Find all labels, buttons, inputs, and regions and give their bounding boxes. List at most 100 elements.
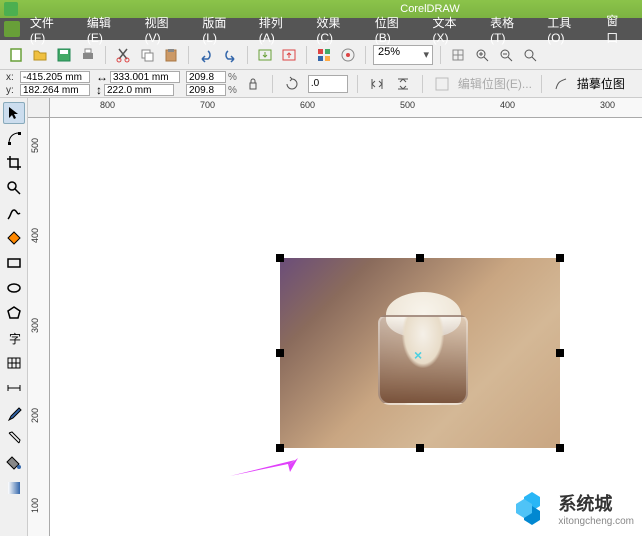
height-icon: ↕ — [96, 83, 102, 97]
resize-handle-tm[interactable] — [416, 254, 424, 262]
resize-handle-bm[interactable] — [416, 444, 424, 452]
separator — [272, 75, 273, 93]
watermark-title: 系统城 — [558, 490, 634, 516]
trace-bitmap-icon[interactable] — [551, 74, 571, 94]
menu-window[interactable]: 窗口 — [598, 10, 638, 48]
ruler-tick: 200 — [30, 408, 40, 423]
ruler-tick: 400 — [500, 100, 515, 110]
app-launcher-button[interactable] — [314, 45, 334, 65]
height-input[interactable] — [104, 84, 174, 96]
property-bar: x: y: ↔ ↕ % % 编辑位图(E)... — [0, 70, 642, 98]
y-label: y: — [6, 85, 18, 96]
drawing-canvas[interactable]: × — [50, 118, 642, 536]
horizontal-ruler[interactable]: 800 700 600 500 400 300 — [50, 98, 642, 118]
freehand-tool[interactable] — [3, 202, 25, 224]
menu-view[interactable]: 视图(V) — [137, 12, 193, 47]
zoom-tool[interactable] — [3, 177, 25, 199]
menu-layout[interactable]: 版面(L) — [194, 12, 248, 47]
crop-tool[interactable] — [3, 152, 25, 174]
table-tool[interactable] — [3, 352, 25, 374]
smart-fill-tool[interactable] — [3, 227, 25, 249]
corel-menu-icon[interactable] — [4, 21, 20, 37]
zoom-level-select[interactable]: 25% — [373, 45, 433, 65]
resize-handle-bl[interactable] — [276, 444, 284, 452]
snap-button[interactable] — [448, 45, 468, 65]
rotate-icon — [282, 74, 302, 94]
menu-file[interactable]: 文件(F) — [22, 12, 77, 47]
redo-button[interactable] — [220, 45, 240, 65]
angle-input[interactable] — [308, 75, 348, 93]
cut-button[interactable] — [113, 45, 133, 65]
ruler-tick: 100 — [30, 498, 40, 513]
dimension-tool[interactable] — [3, 377, 25, 399]
rectangle-tool[interactable] — [3, 252, 25, 274]
separator — [357, 75, 358, 93]
separator — [188, 46, 189, 64]
undo-button[interactable] — [196, 45, 216, 65]
menu-effects[interactable]: 效果(C) — [308, 12, 364, 47]
trace-bitmap-label[interactable]: 描摹位图 — [577, 75, 625, 92]
toolbox: 字 — [0, 98, 28, 536]
canvas-viewport: 800 700 600 500 400 300 500 400 300 200 … — [28, 98, 642, 536]
import-button[interactable] — [255, 45, 275, 65]
x-position-input[interactable] — [20, 71, 90, 83]
menu-tools[interactable]: 工具(O) — [539, 12, 596, 47]
menu-table[interactable]: 表格(T) — [482, 12, 537, 47]
welcome-button[interactable] — [338, 45, 358, 65]
zoom-in-button[interactable] — [472, 45, 492, 65]
polygon-tool[interactable] — [3, 302, 25, 324]
menu-bitmaps[interactable]: 位图(B) — [367, 12, 423, 47]
resize-handle-ml[interactable] — [276, 349, 284, 357]
separator — [440, 46, 441, 64]
resize-handle-tl[interactable] — [276, 254, 284, 262]
eyedropper-tool[interactable] — [3, 402, 25, 424]
percent-label: % — [228, 72, 237, 83]
ruler-tick: 500 — [400, 100, 415, 110]
text-tool[interactable]: 字 — [3, 327, 25, 349]
print-button[interactable] — [78, 45, 98, 65]
pick-tool[interactable] — [3, 102, 25, 124]
resize-handle-mr[interactable] — [556, 349, 564, 357]
fill-tool[interactable] — [3, 452, 25, 474]
width-input[interactable] — [110, 71, 180, 83]
ellipse-tool[interactable] — [3, 277, 25, 299]
content-area: 字 800 700 600 500 400 300 500 400 300 20… — [0, 98, 642, 536]
save-button[interactable] — [54, 45, 74, 65]
resize-handle-br[interactable] — [556, 444, 564, 452]
vertical-ruler[interactable]: 500 400 300 200 100 — [28, 118, 50, 536]
selection-center-marker: × — [414, 347, 422, 363]
copy-button[interactable] — [137, 45, 157, 65]
mirror-h-button[interactable] — [367, 74, 387, 94]
annotation-arrow — [230, 458, 300, 478]
paste-button[interactable] — [161, 45, 181, 65]
watermark-logo-icon — [512, 488, 552, 528]
selected-bitmap[interactable]: × — [280, 258, 560, 448]
open-button[interactable] — [30, 45, 50, 65]
separator — [247, 46, 248, 64]
scale-group: % % — [186, 71, 237, 96]
scale-y-input[interactable] — [186, 84, 226, 96]
watermark: 系统城 xitongcheng.com — [512, 488, 634, 528]
watermark-url: xitongcheng.com — [558, 516, 634, 527]
ruler-origin[interactable] — [28, 98, 50, 118]
export-button[interactable] — [279, 45, 299, 65]
y-position-input[interactable] — [20, 84, 90, 96]
outline-tool[interactable] — [3, 427, 25, 449]
mirror-v-button[interactable] — [393, 74, 413, 94]
menu-text[interactable]: 文本(X) — [424, 12, 480, 47]
x-label: x: — [6, 72, 18, 83]
resize-handle-tr[interactable] — [556, 254, 564, 262]
edit-bitmap-icon — [432, 74, 452, 94]
zoom-out-button[interactable] — [496, 45, 516, 65]
menu-edit[interactable]: 编辑(E) — [79, 12, 135, 47]
width-icon: ↔ — [96, 70, 108, 84]
lock-ratio-button[interactable] — [243, 74, 263, 94]
percent-label: % — [228, 85, 237, 96]
zoom-fit-button[interactable] — [520, 45, 540, 65]
shape-tool[interactable] — [3, 127, 25, 149]
scale-x-input[interactable] — [186, 71, 226, 83]
app-icon — [4, 2, 18, 16]
new-doc-button[interactable] — [6, 45, 26, 65]
menu-arrange[interactable]: 排列(A) — [251, 12, 307, 47]
interactive-fill-tool[interactable] — [3, 477, 25, 499]
